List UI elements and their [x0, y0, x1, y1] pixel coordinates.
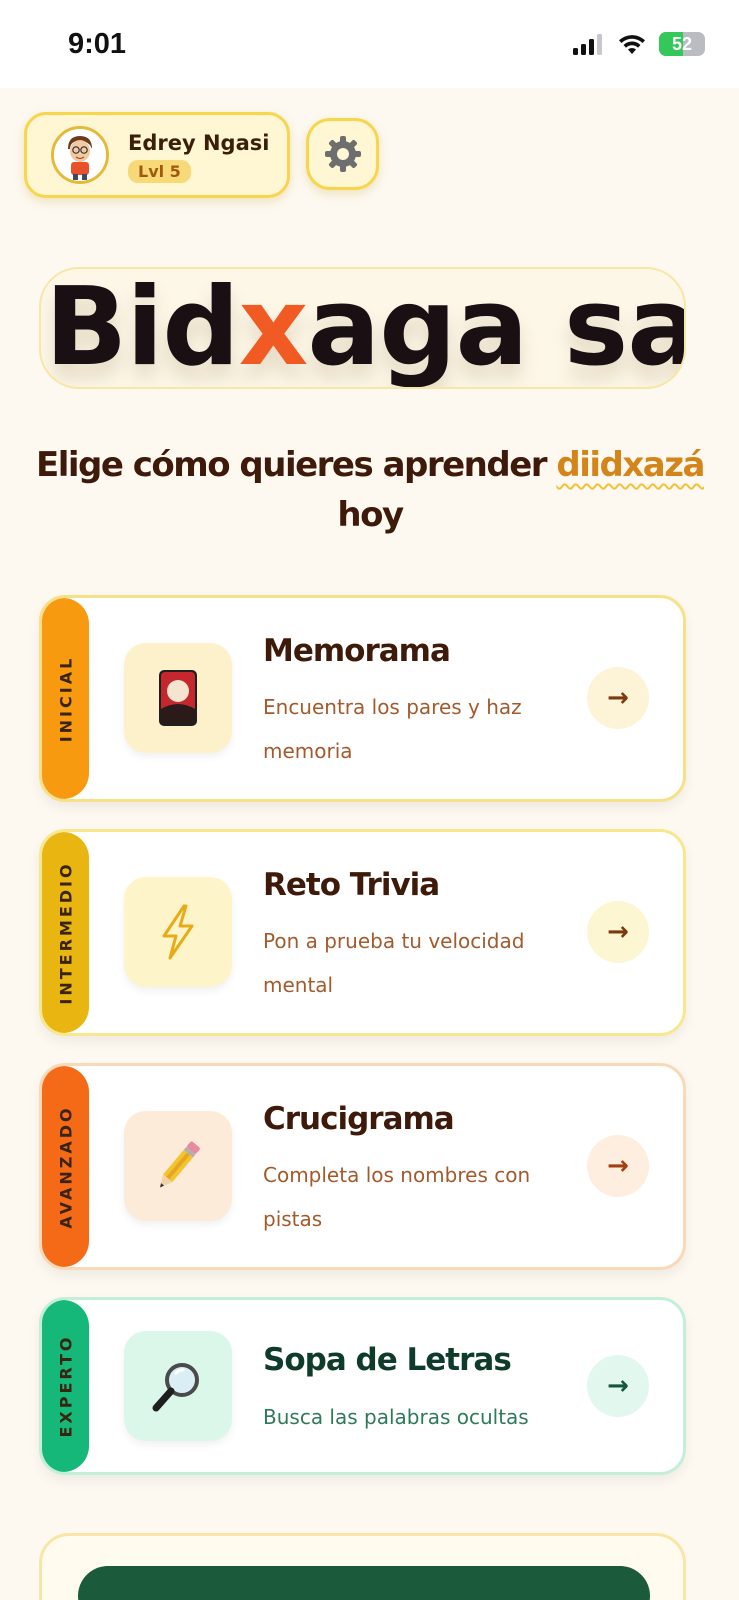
game-card-memorama[interactable]: INICIAL Memorama Encuentra los pares y h…	[39, 595, 686, 802]
logo-part-x: x	[238, 267, 309, 389]
arrow-right-icon: →	[607, 1371, 629, 1401]
game-card-sopa-de-letras[interactable]: EXPERTO Sopa de Letras Busca las palabra…	[39, 1297, 686, 1475]
headline-highlight: diidxazá	[556, 445, 705, 485]
logo-banner: Bidxaga saa	[39, 267, 686, 389]
arrow-button[interactable]: →	[587, 667, 649, 729]
bottom-card	[39, 1533, 686, 1600]
arrow-button[interactable]: →	[587, 1355, 649, 1417]
game-description-line-1: Encuentra los pares y haz	[263, 695, 522, 719]
avatar-illustration	[54, 129, 106, 181]
profile-card[interactable]: Edrey Ngasi Lvl 5	[24, 112, 290, 198]
headline-text: Elige cómo quieres aprender	[36, 445, 557, 485]
level-label: EXPERTO	[56, 1334, 75, 1438]
game-title: Crucigrama	[263, 1101, 455, 1137]
bottom-card-button[interactable]	[78, 1566, 650, 1600]
status-time: 9:01	[68, 28, 127, 60]
game-card-trivia[interactable]: INTERMEDIO Reto Trivia Pon a prueba tu v…	[39, 829, 686, 1036]
arrow-right-icon: →	[607, 683, 629, 713]
game-icon-tile	[124, 877, 232, 987]
game-title: Sopa de Letras	[263, 1342, 512, 1378]
logo-part-2: aga saa	[307, 267, 684, 389]
game-description: Pon a prueba tu velocidad mental	[263, 919, 563, 1007]
app-logo: Bidxaga saa	[45, 267, 684, 389]
game-description-line-1: Completa los nombres con	[263, 1163, 531, 1187]
arrow-button[interactable]: →	[587, 901, 649, 963]
arrow-right-icon: →	[607, 917, 629, 947]
level-label: INICIAL	[56, 655, 75, 742]
wifi-icon	[619, 35, 645, 54]
game-title: Memorama	[263, 633, 451, 669]
headline-text-end: hoy	[337, 495, 404, 535]
arrow-button[interactable]: →	[587, 1135, 649, 1197]
signal-icon	[573, 34, 602, 55]
card-icon	[159, 670, 197, 726]
battery-percent: 52	[671, 33, 693, 54]
lightning-icon	[162, 904, 194, 960]
level-strip: EXPERTO	[42, 1300, 89, 1472]
magnifier-icon	[152, 1363, 199, 1412]
level-strip: INICIAL	[42, 598, 89, 799]
pencil-icon	[160, 1141, 200, 1188]
game-title: Reto Trivia	[263, 867, 440, 903]
profile-name: Edrey Ngasi	[128, 131, 270, 155]
game-icon-tile	[124, 643, 232, 753]
game-description: Completa los nombres con pistas	[263, 1153, 563, 1241]
game-description-line-1: Busca las palabras ocultas	[263, 1405, 529, 1429]
avatar	[51, 126, 109, 184]
level-strip: AVANZADO	[42, 1066, 89, 1267]
game-description: Encuentra los pares y haz memoria	[263, 685, 563, 773]
level-strip: INTERMEDIO	[42, 832, 89, 1033]
game-card-crucigrama[interactable]: AVANZADO Crucigrama Completa los nombres…	[39, 1063, 686, 1270]
game-description-line-2: pistas	[263, 1207, 323, 1231]
game-description: Busca las palabras ocultas	[263, 1395, 563, 1439]
logo-part-1: Bid	[45, 267, 240, 389]
arrow-right-icon: →	[607, 1151, 629, 1181]
status-bar: 9:01 52	[0, 0, 739, 88]
game-description-line-1: Pon a prueba tu velocidad	[263, 929, 525, 953]
level-label: INTERMEDIO	[56, 860, 75, 1005]
page-headline: Elige cómo quieres aprender diidxazá hoy	[30, 440, 710, 540]
battery-icon: 52	[659, 32, 705, 56]
status-icons: 52	[573, 32, 705, 56]
game-description-line-2: mental	[263, 973, 334, 997]
settings-button[interactable]	[306, 118, 379, 190]
game-description-line-2: memoria	[263, 739, 353, 763]
game-icon-tile	[124, 1111, 232, 1221]
level-label: AVANZADO	[56, 1104, 75, 1229]
game-icon-tile	[124, 1331, 232, 1441]
level-badge: Lvl 5	[128, 160, 191, 183]
gear-icon	[324, 136, 361, 172]
